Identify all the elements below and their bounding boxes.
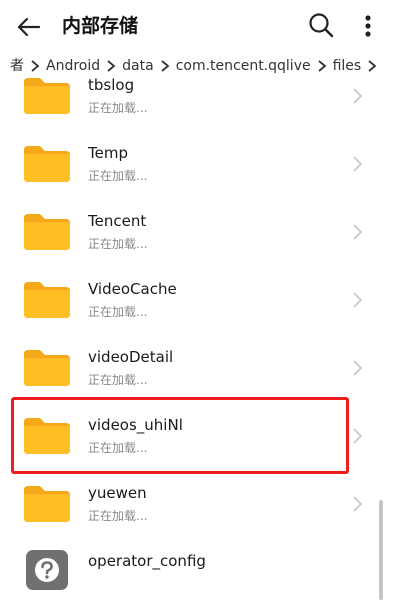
more-vertical-icon [365, 15, 371, 37]
chevron-right-icon [353, 496, 363, 512]
folder-status: 正在加载... [88, 441, 148, 455]
folder-name: Temp [88, 144, 128, 162]
folder-row[interactable]: VideoCache 正在加载... [0, 266, 400, 334]
chevron-right-icon [353, 360, 363, 376]
folder-icon [24, 418, 70, 454]
search-icon [309, 13, 334, 38]
folder-row[interactable]: tbslog 正在加载... [0, 62, 400, 130]
folder-icon [24, 282, 70, 318]
folder-status: 正在加载... [88, 373, 148, 387]
question-file-icon [26, 550, 68, 590]
folder-row[interactable]: Tencent 正在加载... [0, 198, 400, 266]
top-bar: 内部存储 [0, 0, 400, 52]
folder-name: VideoCache [88, 280, 177, 298]
folder-icon [24, 146, 70, 182]
folder-row-highlighted[interactable]: videos_uhiNl 正在加载... [0, 402, 400, 470]
chevron-right-icon [353, 156, 363, 172]
folder-name: videos_uhiNl [88, 416, 183, 434]
folder-name: yuewen [88, 484, 147, 502]
more-options-button[interactable] [356, 10, 380, 42]
file-row[interactable]: operator_config [0, 538, 400, 604]
file-list: tbslog 正在加载... Temp 正在加载... Tencent 正在加载… [0, 62, 400, 604]
folder-name: Tencent [88, 212, 147, 230]
scrollbar[interactable] [379, 500, 383, 600]
folder-status: 正在加载... [88, 509, 148, 523]
folder-icon [24, 486, 70, 522]
chevron-right-icon [353, 88, 363, 104]
chevron-right-icon [353, 292, 363, 308]
file-name: operator_config [88, 552, 206, 570]
folder-status: 正在加载... [88, 305, 148, 319]
folder-row[interactable]: yuewen 正在加载... [0, 470, 400, 538]
folder-status: 正在加载... [88, 101, 148, 115]
chevron-right-icon [353, 224, 363, 240]
search-button[interactable] [306, 10, 336, 40]
folder-row[interactable]: videoDetail 正在加载... [0, 334, 400, 402]
folder-status: 正在加载... [88, 169, 148, 183]
folder-icon [24, 214, 70, 250]
folder-icon [24, 78, 70, 114]
folder-icon [24, 350, 70, 386]
arrow-left-icon [17, 17, 41, 37]
folder-name: tbslog [88, 76, 135, 94]
folder-status: 正在加载... [88, 237, 148, 251]
folder-name: videoDetail [88, 348, 174, 366]
file-manager-screen: 内部存储 者 Android data com.tencent.qqlive f… [0, 0, 400, 604]
folder-row[interactable]: Temp 正在加载... [0, 130, 400, 198]
chevron-right-icon [353, 428, 363, 444]
back-button[interactable] [14, 12, 44, 42]
page-title: 内部存储 [62, 15, 139, 37]
